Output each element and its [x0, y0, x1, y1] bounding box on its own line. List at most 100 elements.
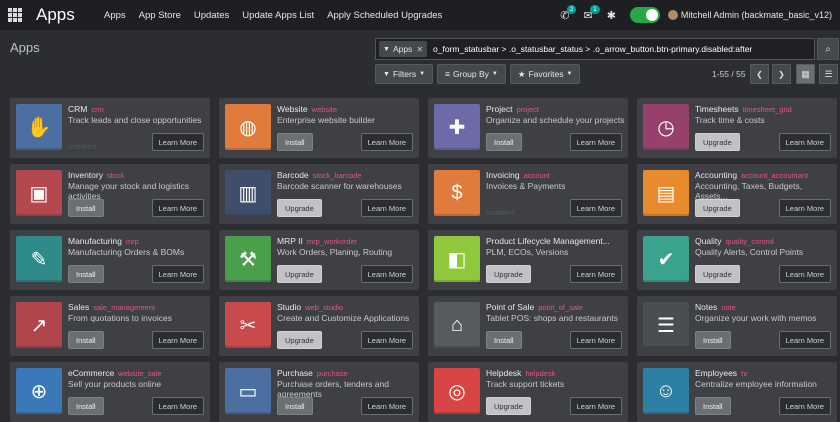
app-description: Manufacturing Orders & BOMs	[68, 247, 185, 257]
learn-more-button[interactable]: Learn More	[778, 133, 831, 151]
app-card[interactable]: $ Invoicing account Invoices & Payments Inst…	[428, 164, 628, 224]
learn-more-button[interactable]: Learn More	[778, 331, 831, 349]
app-card[interactable]: ◍ Website website Enterprise website builde…	[219, 98, 419, 158]
learn-more-button[interactable]: Learn More	[360, 133, 413, 151]
menu-apps[interactable]: Apps	[104, 10, 126, 21]
learn-more-button[interactable]: Learn More	[151, 397, 204, 415]
app-card[interactable]: ☺ Employees hr Centralize employee informat…	[637, 362, 837, 422]
learn-more-button[interactable]: Learn More	[778, 199, 831, 217]
upgrade-button[interactable]: Upgrade	[486, 265, 531, 283]
app-card[interactable]: ✎ Manufacturing mrp Manufacturing Orders & …	[10, 230, 210, 290]
install-button[interactable]: Install	[277, 397, 313, 415]
app-card[interactable]: ✚ Project project Organize and schedule you…	[428, 98, 628, 158]
card-icon: ▭	[225, 368, 271, 414]
control-panel: Apps ▼ Apps ✕ ⌕ ▼Filters▼ ≡Group By▼ ★Fa…	[0, 30, 840, 92]
app-name: Point of Sale point_of_sale	[486, 302, 583, 312]
app-card[interactable]: ⌂ Point of Sale point_of_sale Tablet POS: s…	[428, 296, 628, 356]
upgrade-button[interactable]: Upgrade	[695, 133, 740, 151]
app-card[interactable]: ↗ Sales sale_management From quotations to …	[10, 296, 210, 356]
clock-icon: ◷	[643, 104, 689, 150]
learn-more-button[interactable]: Learn More	[569, 199, 622, 217]
learn-more-button[interactable]: Learn More	[151, 331, 204, 349]
learn-more-button[interactable]: Learn More	[360, 265, 413, 283]
app-technical-name: mrp_workorder	[306, 237, 358, 246]
app-name: Accounting account_accountant	[695, 170, 809, 180]
app-card[interactable]: ✂ Studio web_studio Create and Customize Ap…	[219, 296, 419, 356]
dark-mode-toggle[interactable]	[629, 7, 660, 23]
learn-more-button[interactable]: Learn More	[569, 331, 622, 349]
chart-icon: ↗	[16, 302, 62, 348]
menu-update-apps-list[interactable]: Update Apps List	[242, 10, 314, 21]
app-card[interactable]: ▥ Barcode stock_barcode Barcode scanner for…	[219, 164, 419, 224]
app-card[interactable]: ☰ Notes note Organize your work with memos I…	[637, 296, 837, 356]
app-card[interactable]: ◷ Timesheets timesheet_grid Track time & co…	[637, 98, 837, 158]
app-card[interactable]: ◧ Product Lifecycle Management... PLM, ECO…	[428, 230, 628, 290]
tools-icon: ⚒	[225, 236, 271, 282]
learn-more-button[interactable]: Learn More	[360, 397, 413, 415]
app-description: From quotations to invoices	[68, 313, 172, 323]
list-view-icon[interactable]: ☰	[819, 64, 838, 84]
app-card[interactable]: ✔ Quality quality_control Quality Alerts, C…	[637, 230, 837, 290]
avatar[interactable]	[667, 10, 678, 20]
learn-more-button[interactable]: Learn More	[778, 397, 831, 415]
menu-apply-scheduled-upgrades[interactable]: Apply Scheduled Upgrades	[327, 10, 442, 21]
filter-buttons: ▼ Filters ▼ ≡ Group By ▼ ★ Favorites ▼	[375, 64, 581, 84]
kanban-view-icon[interactable]: ▦	[796, 64, 815, 84]
app-description: Track support tickets	[486, 379, 565, 389]
learn-more-button[interactable]: Learn More	[360, 331, 413, 349]
app-card[interactable]: ⊕ eCommerce website_sale Sell your products…	[10, 362, 210, 422]
learn-more-button[interactable]: Learn More	[569, 265, 622, 283]
install-button[interactable]: Install	[68, 199, 104, 217]
app-card[interactable]: ⚒ MRP II mrp_workorder Work Orders, Planing…	[219, 230, 419, 290]
learn-more-button[interactable]: Learn More	[360, 199, 413, 217]
bug-icon[interactable]: ✱	[607, 9, 616, 22]
install-button[interactable]: Install	[68, 265, 104, 283]
learn-more-button[interactable]: Learn More	[778, 265, 831, 283]
chat-icon[interactable]: ✆ 2	[560, 4, 577, 22]
learn-more-button[interactable]: Learn More	[151, 265, 204, 283]
app-description: Organize your work with memos	[695, 313, 817, 323]
chevron-left-icon[interactable]: ❮	[750, 64, 769, 84]
install-button[interactable]: Install	[68, 331, 104, 349]
favorites-button[interactable]: ★ Favorites ▼	[509, 64, 581, 84]
learn-more-button[interactable]: Learn More	[569, 397, 622, 415]
install-button[interactable]: Install	[277, 133, 313, 151]
close-icon[interactable]: ✕	[416, 45, 423, 54]
app-technical-name: mrp	[125, 237, 139, 246]
user-menu[interactable]: Mitchell Admin (backmate_basic_v12)	[681, 10, 832, 20]
upgrade-button[interactable]: Upgrade	[695, 265, 740, 283]
activity-icon[interactable]: ✉ 1	[583, 4, 600, 22]
search-input[interactable]	[427, 44, 814, 54]
upgrade-button[interactable]: Upgrade	[277, 265, 322, 283]
upgrade-button[interactable]: Upgrade	[695, 199, 740, 217]
box-icon: ▣	[16, 170, 62, 216]
install-button[interactable]: Install	[695, 397, 731, 415]
menu-updates[interactable]: Updates	[194, 10, 229, 21]
app-technical-name: website	[311, 105, 337, 114]
app-switcher-icon[interactable]	[8, 8, 22, 22]
upgrade-button[interactable]: Upgrade	[277, 199, 322, 217]
upgrade-button[interactable]: Upgrade	[486, 397, 531, 415]
app-card[interactable]: ◎ Helpdesk helpdesk Track support tickets Up…	[428, 362, 628, 422]
filters-button[interactable]: ▼ Filters ▼	[375, 64, 434, 84]
pager-value[interactable]: 1-55 / 55	[712, 69, 746, 79]
app-card[interactable]: ▣ Inventory stock Manage your stock and log…	[10, 164, 210, 224]
install-button[interactable]: Install	[695, 331, 731, 349]
app-name: MRP II mrp_workorder	[277, 236, 358, 246]
app-card[interactable]: ▭ Purchase purchase Purchase orders, tender…	[219, 362, 419, 422]
app-technical-name: quality_control	[725, 237, 774, 246]
upgrade-button[interactable]: Upgrade	[277, 331, 322, 349]
install-button[interactable]: Install	[486, 133, 522, 151]
install-button[interactable]: Install	[486, 331, 522, 349]
learn-more-button[interactable]: Learn More	[151, 133, 204, 151]
app-card[interactable]: ▤ Accounting account_accountant Accounting,…	[637, 164, 837, 224]
chevron-right-icon[interactable]: ❯	[772, 64, 791, 84]
app-card[interactable]: ✋ CRM crm Track leads and close opportuniti…	[10, 98, 210, 158]
install-button[interactable]: Install	[68, 397, 104, 415]
search-icon[interactable]: ⌕	[817, 38, 839, 60]
group-by-button[interactable]: ≡ Group By ▼	[437, 64, 506, 84]
caret-down-icon: ▼	[566, 71, 573, 77]
menu-app-store[interactable]: App Store	[139, 10, 181, 21]
learn-more-button[interactable]: Learn More	[151, 199, 204, 217]
learn-more-button[interactable]: Learn More	[569, 133, 622, 151]
